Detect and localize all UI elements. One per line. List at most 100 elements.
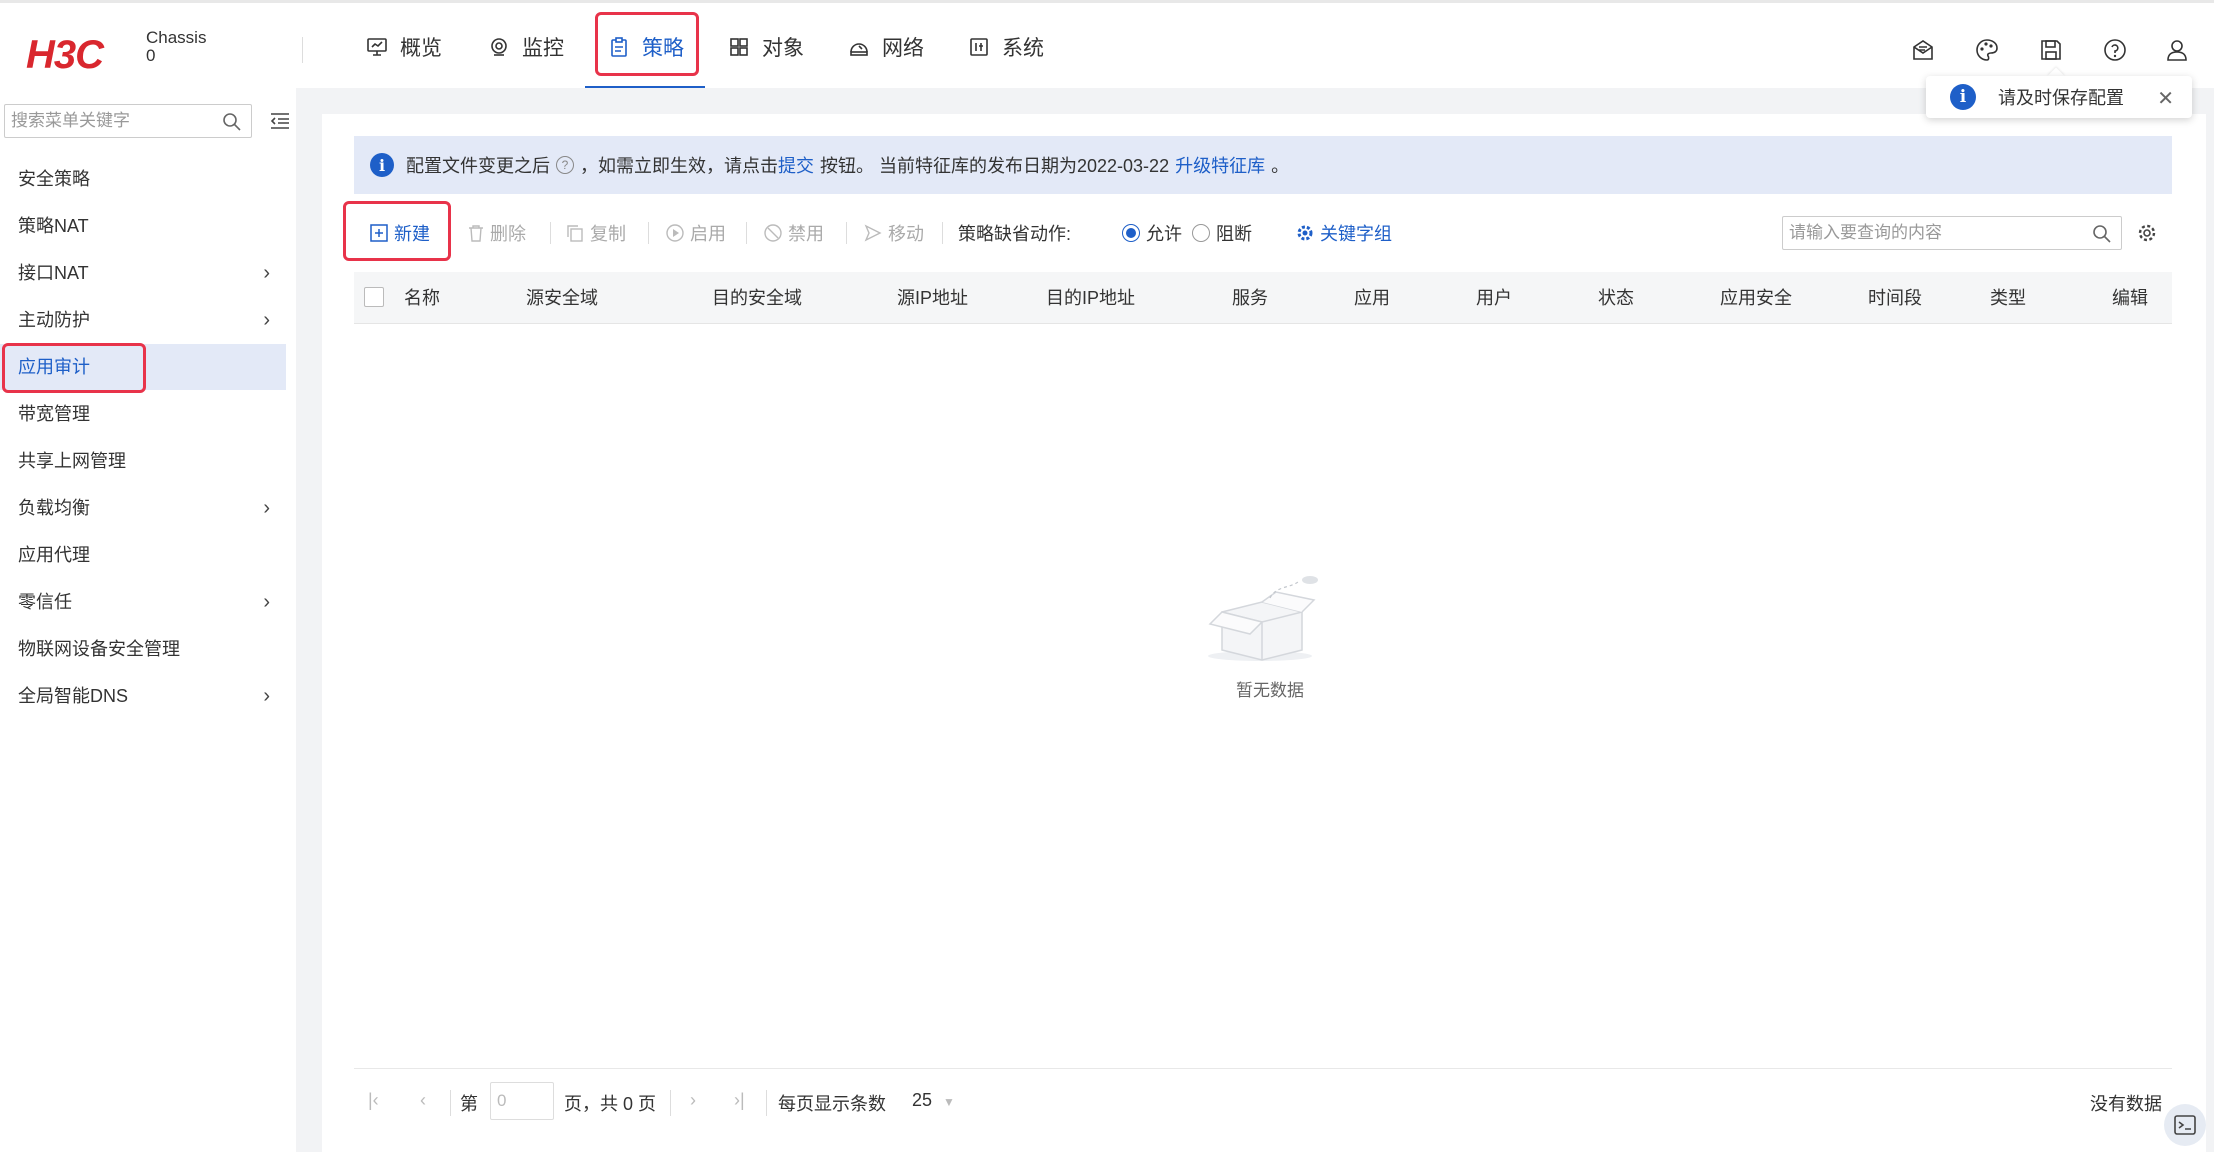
table-search-input[interactable]: 请输入要查询的内容 (1782, 216, 2122, 250)
ban-icon (764, 224, 782, 242)
sidebar-item-label: 接口NAT (18, 263, 89, 283)
nav-monitor[interactable]: 监控 (488, 3, 564, 91)
column-header-dst-zone[interactable]: 目的安全域 (712, 272, 802, 324)
nav-overview[interactable]: 概览 (366, 3, 442, 91)
allow-radio-label: 允许 (1146, 224, 1182, 244)
sidebar-item-interface-nat[interactable]: 接口NAT › (0, 250, 286, 296)
default-action-label: 策略缺省动作: (958, 218, 1071, 248)
top-bar: H3C Chassis 0 概览 监控 策略 对象 网络 系统 (0, 0, 2214, 91)
help-icon[interactable] (2102, 37, 2128, 63)
chevron-right-icon: › (263, 497, 270, 519)
total-pages-label: 页，共 0 页 (564, 1094, 657, 1114)
sidebar-item-zero-trust[interactable]: 零信任 › (0, 579, 286, 625)
nav-system[interactable]: 系统 (968, 3, 1044, 91)
sidebar-item-label: 全局智能DNS (18, 686, 129, 706)
column-header-type[interactable]: 类型 (1990, 272, 2026, 324)
last-page-icon[interactable]: ›| (734, 1090, 745, 1111)
column-header-src-ip[interactable]: 源IP地址 (897, 272, 968, 324)
sidebar-item-security-policy[interactable]: 安全策略 (0, 156, 286, 202)
divider (648, 222, 649, 244)
per-page-select[interactable]: 25 ▼ (912, 1090, 955, 1111)
annotation-box-policy (595, 12, 699, 76)
radio-checked (1122, 224, 1140, 242)
nav-object[interactable]: 对象 (728, 3, 804, 91)
column-header-user[interactable]: 用户 (1476, 272, 1512, 324)
allow-radio[interactable]: 允许 (1122, 218, 1182, 248)
nav-network[interactable]: 网络 (848, 3, 924, 91)
help-circle-icon[interactable]: ? (556, 156, 574, 174)
settings-icon[interactable] (2136, 222, 2158, 244)
nav-system-label: 系统 (1002, 37, 1044, 60)
mail-icon[interactable] (1910, 37, 1936, 63)
radio-unchecked (1192, 224, 1210, 242)
move-button-label: 移动 (888, 224, 924, 244)
deny-radio[interactable]: 阻断 (1192, 218, 1252, 248)
info-icon: i (370, 153, 394, 177)
save-icon[interactable] (2038, 37, 2064, 63)
enable-button[interactable]: 启用 (666, 218, 726, 248)
terminal-icon (2174, 1115, 2196, 1135)
disable-button[interactable]: 禁用 (764, 218, 824, 248)
sidebar-item-bandwidth[interactable]: 带宽管理 (0, 391, 286, 437)
notice-text: ，如需立即生效，请点击 (580, 156, 778, 176)
move-button[interactable]: 移动 (864, 218, 924, 248)
column-header-application[interactable]: 应用 (1354, 272, 1390, 324)
sidebar-item-label: 主动防护 (18, 310, 90, 330)
save-reminder-tooltip: i 请及时保存配置 ✕ (1926, 76, 2192, 118)
nav-object-label: 对象 (762, 37, 804, 60)
deny-radio-label: 阻断 (1216, 224, 1252, 244)
monitor-icon (367, 38, 387, 56)
column-header-dst-ip[interactable]: 目的IP地址 (1046, 272, 1135, 324)
column-header-service[interactable]: 服务 (1232, 272, 1268, 324)
keyword-group-button[interactable]: 关键字组 (1296, 218, 1392, 248)
close-icon[interactable]: ✕ (2157, 86, 2174, 111)
annotation-box-app-audit (2, 343, 146, 393)
search-icon[interactable] (2092, 224, 2112, 244)
save-reminder-text: 请及时保存配置 (1998, 88, 2124, 108)
empty-state-text: 暂无数据 (1236, 681, 1304, 700)
submit-link[interactable]: 提交 (778, 152, 814, 178)
sidebar-item-app-proxy[interactable]: 应用代理 (0, 532, 286, 578)
user-icon[interactable] (2164, 37, 2190, 63)
upgrade-signature-link[interactable]: 升级特征库 (1175, 152, 1265, 178)
next-page-icon[interactable]: › (690, 1090, 696, 1111)
gear-icon (1297, 225, 1313, 241)
chevron-right-icon: › (263, 591, 270, 613)
network-icon (850, 43, 868, 56)
per-page-value: 25 (912, 1090, 933, 1110)
divider (746, 222, 747, 244)
sidebar-item-iot-security[interactable]: 物联网设备安全管理 (0, 626, 286, 672)
first-page-icon[interactable]: |‹ (368, 1090, 379, 1111)
copy-button[interactable]: 复制 (566, 218, 626, 248)
chassis-label: Chassis 0 (146, 29, 206, 65)
console-button[interactable] (2164, 1104, 2206, 1146)
nav-network-label: 网络 (882, 37, 924, 60)
divider (766, 1090, 767, 1116)
sidebar-item-active-defense[interactable]: 主动防护 › (0, 297, 286, 343)
sidebar-item-load-balance[interactable]: 负载均衡 › (0, 485, 286, 531)
grid-icon (730, 38, 748, 56)
search-icon[interactable] (222, 112, 242, 132)
menu-search-input[interactable]: 搜索菜单关键字 (4, 104, 252, 138)
column-header-edit[interactable]: 编辑 (2112, 272, 2148, 324)
page-number-input[interactable]: 0 (490, 1082, 554, 1120)
column-header-name[interactable]: 名称 (404, 272, 440, 324)
divider (670, 1090, 671, 1116)
enable-button-label: 启用 (690, 224, 726, 244)
chevron-right-icon: › (263, 685, 270, 707)
prev-page-icon[interactable]: ‹ (420, 1090, 426, 1111)
sidebar-item-shared-access[interactable]: 共享上网管理 (0, 438, 286, 484)
column-header-src-zone[interactable]: 源安全域 (526, 272, 598, 324)
collapse-menu-icon[interactable] (270, 112, 290, 130)
trash-icon (469, 225, 483, 242)
chevron-right-icon: › (263, 262, 270, 284)
system-icon (970, 38, 988, 56)
column-header-time-range[interactable]: 时间段 (1868, 272, 1922, 324)
column-header-status[interactable]: 状态 (1598, 272, 1634, 324)
palette-icon[interactable] (1974, 37, 2000, 63)
sidebar-item-global-dns[interactable]: 全局智能DNS › (0, 673, 286, 719)
column-header-app-security[interactable]: 应用安全 (1720, 272, 1792, 324)
sidebar-item-policy-nat[interactable]: 策略NAT (0, 203, 286, 249)
delete-button[interactable]: 删除 (468, 218, 526, 248)
select-all-checkbox[interactable] (364, 287, 384, 307)
